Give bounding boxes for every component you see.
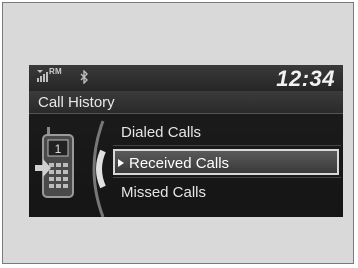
menu-item-label: Missed Calls: [121, 184, 207, 201]
page-title: Call History: [38, 94, 115, 111]
call-history-menu: Dialed Calls Received Calls Missed Calls: [29, 117, 343, 217]
menu-item-dialed-calls[interactable]: Dialed Calls: [121, 121, 341, 145]
divider: [113, 145, 341, 146]
clock: 12:34: [276, 66, 335, 91]
image-frame: RM 12:34 Call History 1 Dialed Calls Rec…: [2, 2, 354, 264]
title-bar: Call History: [29, 91, 343, 114]
audio-display: RM 12:34 Call History 1 Dialed Calls Rec…: [29, 65, 343, 217]
divider: [113, 177, 341, 178]
menu-item-label: Dialed Calls: [121, 124, 202, 141]
selection-pointer-icon: [118, 159, 124, 167]
bluetooth-icon: [80, 70, 88, 84]
menu-item-label: Received Calls: [129, 155, 230, 172]
menu-item-received-calls[interactable]: Received Calls: [113, 149, 339, 175]
status-bar: RM 12:34: [29, 65, 343, 91]
roam-indicator: RM: [49, 67, 62, 76]
menu-item-missed-calls[interactable]: Missed Calls: [121, 181, 341, 205]
